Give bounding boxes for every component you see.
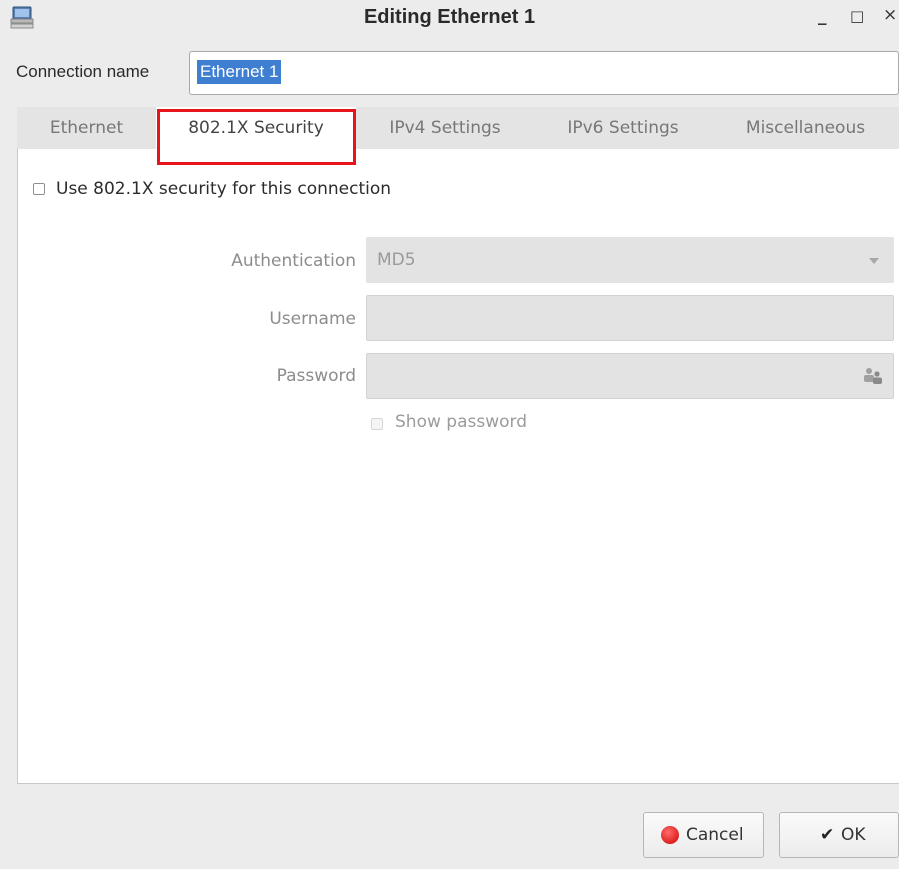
checkmark-icon: ✔ [820, 825, 835, 845]
authentication-value: MD5 [377, 250, 416, 270]
tab-ipv4-settings[interactable]: IPv4 Settings [356, 107, 535, 149]
show-password-label[interactable]: Show password [395, 412, 527, 432]
edit-connection-dialog: Editing Ethernet 1 _ □ × Connection name… [0, 0, 899, 869]
authentication-label: Authentication [231, 251, 356, 271]
title-bar: Editing Ethernet 1 _ □ × [0, 0, 899, 40]
connection-name-value: Ethernet 1 [197, 60, 282, 84]
username-input[interactable] [366, 295, 894, 341]
cancel-label: Cancel [686, 825, 744, 845]
cancel-icon [661, 826, 679, 844]
tab-8021x-security[interactable]: 802.1X Security [156, 107, 357, 149]
ok-label: OK [841, 825, 866, 845]
minimize-button[interactable]: _ [818, 6, 827, 26]
tab-bar: Ethernet 802.1X Security IPv4 Settings I… [17, 107, 899, 150]
show-password-checkbox[interactable] [371, 418, 383, 430]
password-label: Password [276, 366, 356, 386]
authentication-dropdown[interactable]: MD5 [366, 237, 894, 283]
tab-ethernet[interactable]: Ethernet [17, 107, 157, 149]
maximize-button[interactable]: □ [850, 7, 864, 25]
use-8021x-checkbox[interactable] [33, 183, 45, 195]
tab-miscellaneous[interactable]: Miscellaneous [712, 107, 899, 149]
tab-ipv6-settings[interactable]: IPv6 Settings [534, 107, 713, 149]
username-label: Username [269, 309, 356, 329]
close-button[interactable]: × [883, 5, 897, 25]
chevron-down-icon [869, 258, 879, 264]
cancel-button[interactable]: Cancel [643, 812, 764, 858]
use-8021x-label[interactable]: Use 802.1X security for this connection [56, 179, 391, 199]
ok-button[interactable]: ✔ OK [779, 812, 899, 858]
users-icon[interactable] [863, 367, 883, 385]
window-title: Editing Ethernet 1 [363, 6, 536, 28]
connection-name-label: Connection name [16, 62, 150, 81]
connection-name-input[interactable]: Ethernet 1 [189, 51, 899, 95]
password-input[interactable] [366, 353, 894, 399]
